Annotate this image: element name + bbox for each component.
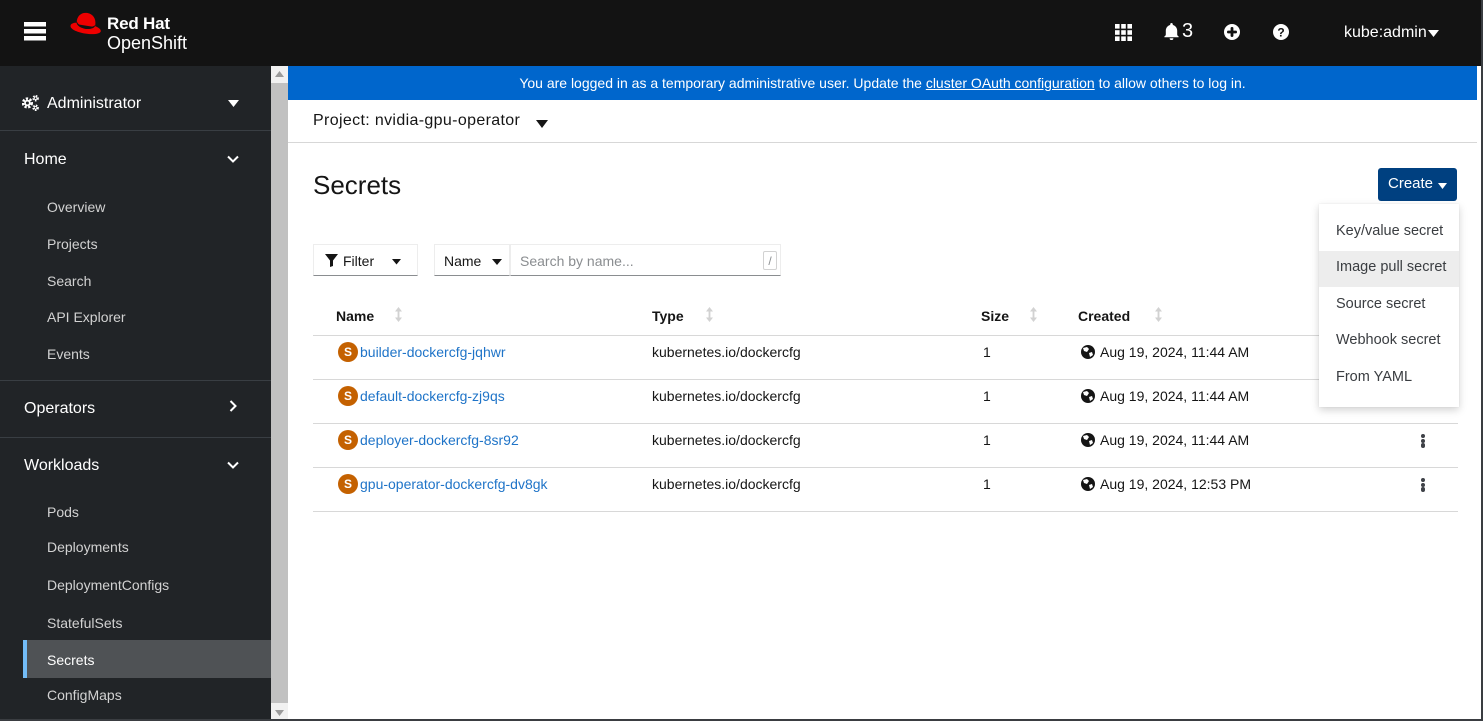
svg-text:?: ?: [1277, 25, 1284, 39]
